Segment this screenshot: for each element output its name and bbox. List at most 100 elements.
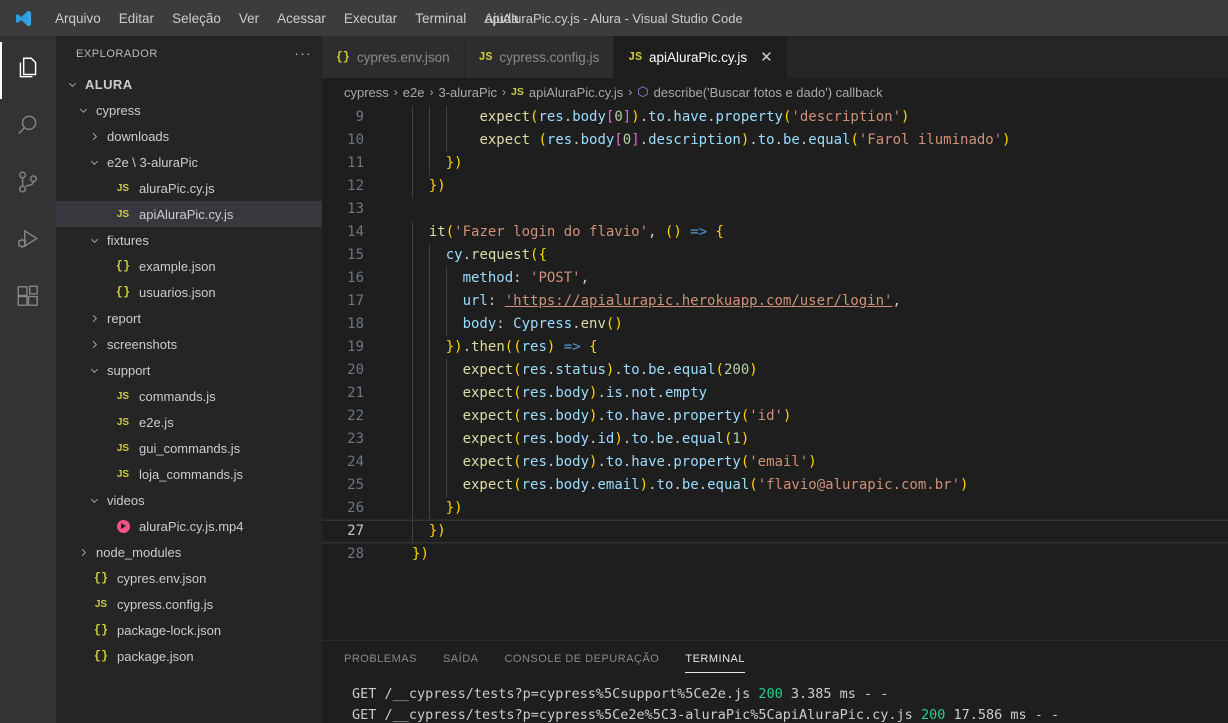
indent-guide xyxy=(412,405,413,428)
breadcrumb-item[interactable]: apiAluraPic.cy.js xyxy=(529,85,623,100)
chevron-down-icon[interactable] xyxy=(75,105,91,116)
tree-item[interactable]: e2e \ 3-aluraPic xyxy=(56,149,322,175)
terminal-line: GET /__cypress/tests?p=cypress%5Ce2e%5C3… xyxy=(352,707,1060,723)
code-line-text: expect(res.body.email).to.be.equal('flav… xyxy=(388,474,968,497)
editor-tab-label: apiAluraPic.cy.js xyxy=(649,49,748,65)
tree-item[interactable]: screenshots xyxy=(56,331,322,357)
line-number: 11 xyxy=(347,155,364,171)
breadcrumb-item[interactable]: 3-aluraPic xyxy=(439,85,498,100)
breadcrumb-separator: › xyxy=(393,85,398,99)
chevron-down-icon[interactable] xyxy=(86,365,102,376)
breadcrumb-item[interactable]: cypress xyxy=(344,85,389,100)
indent-guide xyxy=(445,428,447,451)
chevron-right-icon[interactable] xyxy=(86,339,102,350)
indent-guide xyxy=(428,152,430,175)
editor-tab[interactable]: {} cypres.env.json xyxy=(322,36,465,78)
tree-item[interactable]: JS aluraPic.cy.js xyxy=(56,175,322,201)
line-number: 27 xyxy=(347,523,364,539)
explorer-title: EXPLORADOR xyxy=(76,47,158,60)
menu-item-ver[interactable]: Ver xyxy=(230,0,268,36)
tree-item[interactable]: {} package-lock.json xyxy=(56,617,322,643)
tree-item[interactable]: support xyxy=(56,357,322,383)
activity-source-control-button[interactable] xyxy=(0,156,56,213)
line-number: 10 xyxy=(347,132,364,148)
bottom-panel: PROBLEMAS SAÍDA CONSOLE DE DEPURAÇÃO TERMIN… xyxy=(322,640,1228,723)
search-icon xyxy=(15,112,41,143)
code-lines: 9 expect(res.body[0]).to.have.property('… xyxy=(322,106,1228,566)
menu-item-acessar[interactable]: Acessar xyxy=(268,0,335,36)
breadcrumb: cypress › e2e › 3-aluraPic › JS apiAluraPic.cy.… xyxy=(322,78,1228,106)
activity-explorer-button[interactable] xyxy=(0,42,56,99)
menu-item-ajuda[interactable]: Ajuda xyxy=(475,0,528,36)
indent-guide xyxy=(445,106,447,129)
tree-item[interactable]: JS commands.js xyxy=(56,383,322,409)
menu-item-arquivo[interactable]: Arquivo xyxy=(46,0,110,36)
tree-item[interactable]: {} package.json xyxy=(56,643,322,669)
panel-tab[interactable]: SAÍDA xyxy=(443,641,479,676)
code-line: 22 expect(res.body).to.have.property('id… xyxy=(322,405,1228,428)
code-line-text: method: 'POST', xyxy=(388,267,589,290)
code-line-text: }) xyxy=(388,520,446,543)
chevron-down-icon[interactable] xyxy=(86,495,102,506)
code-line: 26 }) xyxy=(322,497,1228,520)
tree-item[interactable]: videos xyxy=(56,487,322,513)
indent-guide xyxy=(412,474,413,497)
tree-item[interactable]: downloads xyxy=(56,123,322,149)
tree-item[interactable]: JS loja_commands.js xyxy=(56,461,322,487)
indent-guide xyxy=(412,152,413,175)
chevron-down-icon[interactable] xyxy=(86,157,102,168)
tree-item[interactable]: JS gui_commands.js xyxy=(56,435,322,461)
code-line-text: expect(res.body).to.have.property('email… xyxy=(388,451,817,474)
js-file-icon: JS xyxy=(116,208,130,220)
tree-item[interactable]: {} cypres.env.json xyxy=(56,565,322,591)
tree-item[interactable]: {} example.json xyxy=(56,253,322,279)
tree-item[interactable]: JS e2e.js xyxy=(56,409,322,435)
editor-tab[interactable]: JS cypress.config.js xyxy=(464,36,615,78)
tree-item[interactable]: {} usuarios.json xyxy=(56,279,322,305)
indent-guide xyxy=(445,474,447,497)
code-line: 20 expect(res.status).to.be.equal(200) xyxy=(322,359,1228,382)
terminal-output[interactable]: GET /__cypress/tests?p=cypress%5Csupport… xyxy=(322,676,1228,723)
chevron-right-icon[interactable] xyxy=(86,313,102,324)
tree-item[interactable]: JS apiAluraPic.cy.js xyxy=(56,201,322,227)
js-file-icon: JS xyxy=(478,50,493,64)
code-editor[interactable]: 9 expect(res.body[0]).to.have.property('… xyxy=(322,106,1228,640)
indent-guide xyxy=(412,290,413,313)
chevron-right-icon[interactable] xyxy=(86,131,102,142)
panel-tab[interactable]: PROBLEMAS xyxy=(344,641,417,676)
close-icon[interactable]: ✕ xyxy=(760,50,773,65)
menu-item-executar[interactable]: Executar xyxy=(335,0,406,36)
indent-guide xyxy=(445,382,447,405)
panel-tab[interactable]: TERMINAL xyxy=(685,641,745,676)
ellipsis-icon[interactable]: ··· xyxy=(295,46,313,61)
tree-item[interactable]: node_modules xyxy=(56,539,322,565)
tree-item-label: example.json xyxy=(139,258,216,274)
menu-item-editar[interactable]: Editar xyxy=(110,0,163,36)
breadcrumb-item[interactable]: e2e xyxy=(403,85,425,100)
line-number: 24 xyxy=(347,454,364,470)
tree-item[interactable]: report xyxy=(56,305,322,331)
code-line-text: expect (res.body[0].description).to.be.e… xyxy=(388,129,1011,152)
code-line: 13 xyxy=(322,198,1228,221)
tree-item[interactable]: aluraPic.cy.js.mp4 xyxy=(56,513,322,539)
chevron-right-icon[interactable] xyxy=(75,547,91,558)
tree-item[interactable]: fixtures xyxy=(56,227,322,253)
tree-item[interactable]: cypress xyxy=(56,97,322,123)
tree-item[interactable]: JS cypress.config.js xyxy=(56,591,322,617)
symbol-cube-icon: ⬡ xyxy=(637,84,649,99)
json-file-icon: {} xyxy=(93,649,109,663)
workbench: EXPLORADOR ··· ALURA cypress downloads e2e … xyxy=(0,36,1228,723)
editor-tab[interactable]: JS apiAluraPic.cy.js ✕ xyxy=(614,36,788,78)
activity-run-debug-button[interactable] xyxy=(0,213,56,270)
chevron-down-icon[interactable] xyxy=(86,235,102,246)
panel-tab[interactable]: CONSOLE DE DEPURAÇÃO xyxy=(504,641,659,676)
menu-item-selecao[interactable]: Seleção xyxy=(163,0,230,36)
menu-item-terminal[interactable]: Terminal xyxy=(406,0,475,36)
chevron-down-icon[interactable] xyxy=(64,79,80,90)
activity-extensions-button[interactable] xyxy=(0,270,56,327)
activity-search-button[interactable] xyxy=(0,99,56,156)
breadcrumb-item[interactable]: describe('Buscar fotos e dado') callback xyxy=(654,85,883,100)
indent-guide xyxy=(412,106,413,129)
code-line: 19 }).then((res) => { xyxy=(322,336,1228,359)
tree-item[interactable]: ALURA xyxy=(56,71,322,97)
